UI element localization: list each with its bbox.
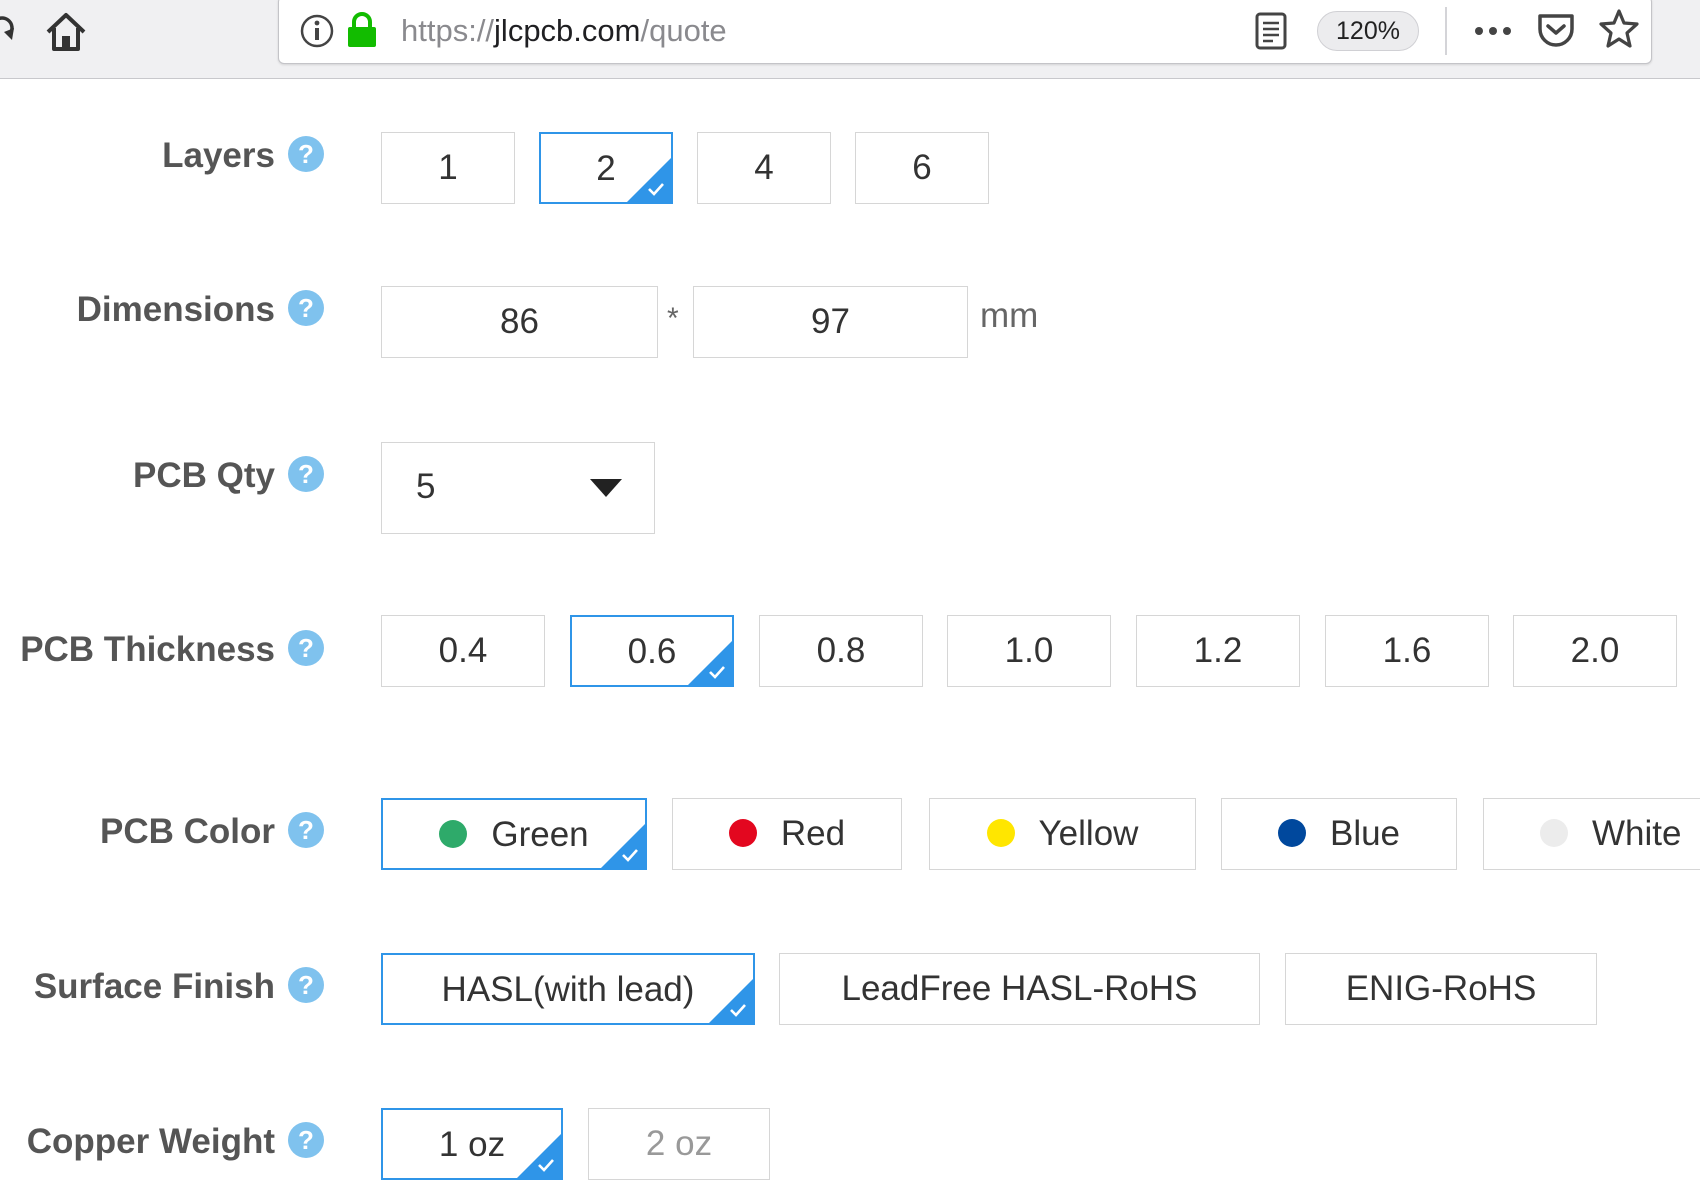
toolbar-separator: [1445, 7, 1447, 55]
zoom-indicator[interactable]: 120%: [1317, 11, 1419, 51]
white-swatch: [1540, 818, 1568, 847]
copper-option-2oz[interactable]: 2 oz: [588, 1108, 770, 1180]
yellow-swatch: [986, 818, 1015, 847]
option-label: 1.2: [1193, 631, 1243, 670]
more-actions-icon[interactable]: [1471, 11, 1515, 51]
option-label: 2 oz: [645, 1124, 713, 1163]
qty-select[interactable]: 5: [381, 442, 655, 534]
pocket-icon[interactable]: [1535, 9, 1577, 51]
option-label: 1: [438, 148, 458, 187]
option-label: Red: [780, 814, 846, 853]
option-label: 2.0: [1570, 631, 1620, 670]
bookmark-star-icon[interactable]: [1597, 7, 1641, 51]
reload-icon[interactable]: [0, 12, 18, 52]
option-label: White: [1592, 814, 1682, 853]
color-option-white[interactable]: White: [1483, 798, 1700, 870]
check-icon: [648, 183, 664, 196]
check-icon: [730, 1004, 746, 1017]
height-input[interactable]: 97: [693, 286, 968, 358]
layers-help-icon[interactable]: ?: [288, 136, 324, 172]
option-label: 6: [912, 148, 932, 187]
dimension-separator: *: [667, 302, 679, 335]
browser-toolbar: https://jlcpcb.com/quote 120%: [0, 0, 1700, 79]
thickness-option-1-6[interactable]: 1.6: [1325, 615, 1489, 687]
reader-view-icon[interactable]: [1253, 11, 1289, 51]
dimensions-label: Dimensions: [76, 290, 275, 329]
url-text[interactable]: https://jlcpcb.com/quote: [401, 11, 727, 51]
dimension-unit: mm: [980, 296, 1039, 335]
thickness-option-0-8[interactable]: 0.8: [759, 615, 923, 687]
quote-form: Layers ? 1 2 4 6 Dimensions ? 86 * 97 mm…: [0, 80, 1700, 1188]
caret-down-icon: [590, 479, 622, 497]
selected-corner: [600, 823, 645, 868]
option-label: ENIG-RoHS: [1345, 969, 1537, 1008]
blue-swatch: [1277, 818, 1306, 847]
option-label: Green: [491, 815, 589, 854]
qty-help-icon[interactable]: ?: [288, 456, 324, 492]
surface-option-leadfree-hasl[interactable]: LeadFree HASL-RoHS: [779, 953, 1260, 1025]
url-path: /quote: [640, 13, 727, 48]
thickness-option-1-2[interactable]: 1.2: [1136, 615, 1300, 687]
info-icon[interactable]: [299, 13, 335, 49]
option-label: Yellow: [1038, 814, 1139, 853]
option-label: 1.0: [1004, 631, 1054, 670]
thickness-option-1-0[interactable]: 1.0: [947, 615, 1111, 687]
color-option-green[interactable]: Green: [381, 798, 647, 870]
option-label: 2: [596, 149, 616, 188]
width-input[interactable]: 86: [381, 286, 658, 358]
layers-option-1[interactable]: 1: [381, 132, 515, 204]
selected-corner: [626, 157, 671, 202]
selected-corner: [516, 1133, 561, 1178]
color-option-yellow[interactable]: Yellow: [929, 798, 1196, 870]
copper-option-1oz[interactable]: 1 oz: [381, 1108, 563, 1180]
surface-finish-help-icon[interactable]: ?: [288, 967, 324, 1003]
color-option-red[interactable]: Red: [672, 798, 902, 870]
color-option-blue[interactable]: Blue: [1221, 798, 1457, 870]
option-label: 1 oz: [438, 1125, 506, 1164]
home-icon[interactable]: [44, 10, 88, 54]
url-bar[interactable]: https://jlcpcb.com/quote 120%: [278, 0, 1652, 64]
layers-label: Layers: [162, 136, 275, 175]
option-label: Blue: [1329, 814, 1401, 853]
option-label: 0.6: [627, 632, 677, 671]
red-swatch: [728, 818, 757, 847]
selected-corner: [708, 978, 753, 1023]
color-help-icon[interactable]: ?: [288, 812, 324, 848]
check-icon: [622, 849, 638, 862]
dimensions-help-icon[interactable]: ?: [288, 290, 324, 326]
thickness-option-2-0[interactable]: 2.0: [1513, 615, 1677, 687]
thickness-help-icon[interactable]: ?: [288, 630, 324, 666]
copper-weight-help-icon[interactable]: ?: [288, 1122, 324, 1158]
thickness-option-0-4[interactable]: 0.4: [381, 615, 545, 687]
color-label: PCB Color: [100, 812, 275, 851]
layers-option-6[interactable]: 6: [855, 132, 989, 204]
qty-value: 5: [416, 467, 436, 506]
check-icon: [709, 666, 725, 679]
option-label: 1.6: [1382, 631, 1432, 670]
lock-icon[interactable]: [345, 11, 379, 49]
surface-option-enig[interactable]: ENIG-RoHS: [1285, 953, 1597, 1025]
url-domain: jlcpcb.com: [494, 13, 641, 48]
option-label: 0.4: [438, 631, 488, 670]
thickness-label: PCB Thickness: [20, 630, 275, 669]
check-icon: [538, 1159, 554, 1172]
layers-option-2[interactable]: 2: [539, 132, 673, 204]
url-scheme: https://: [401, 13, 495, 48]
option-label: LeadFree HASL-RoHS: [841, 969, 1198, 1008]
option-label: 4: [754, 148, 774, 187]
option-label: 0.8: [816, 631, 866, 670]
copper-weight-label: Copper Weight: [26, 1122, 275, 1161]
qty-label: PCB Qty: [133, 456, 275, 495]
surface-option-hasl-lead[interactable]: HASL(with lead): [381, 953, 755, 1025]
selected-corner: [687, 640, 732, 685]
option-label: HASL(with lead): [441, 970, 695, 1009]
layers-option-4[interactable]: 4: [697, 132, 831, 204]
thickness-option-0-6[interactable]: 0.6: [570, 615, 734, 687]
green-swatch: [439, 819, 468, 848]
surface-finish-label: Surface Finish: [33, 967, 275, 1006]
